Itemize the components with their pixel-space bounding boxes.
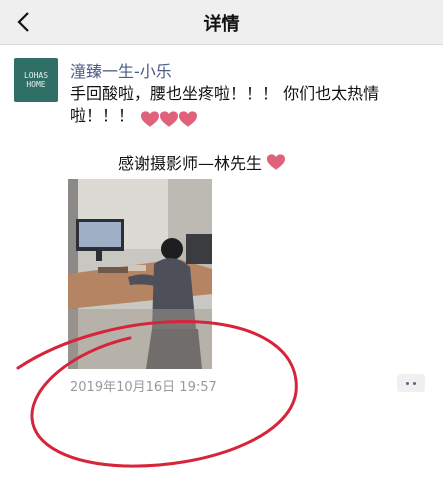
heart-icon bbox=[160, 111, 179, 127]
heart-icon bbox=[141, 111, 160, 127]
page-title: 详情 bbox=[203, 14, 240, 35]
more-dots-icon bbox=[413, 382, 416, 385]
post-photo[interactable] bbox=[68, 179, 212, 369]
author-name[interactable]: 潼臻一生-小乐 bbox=[70, 58, 172, 82]
post-content: 手回酸啦，腰也坐疼啦！！！ 你们也太热情啦！！！ bbox=[70, 83, 430, 130]
more-dots-icon bbox=[406, 382, 409, 385]
heart-icon bbox=[179, 111, 198, 127]
office-photo-image bbox=[68, 179, 212, 369]
more-options-button[interactable] bbox=[397, 374, 425, 392]
top-navbar: 详情 bbox=[0, 0, 443, 45]
heart-icon bbox=[267, 154, 286, 170]
moment-post: LOHAS HOME 潼臻一生-小乐 手回酸啦，腰也坐疼啦！！！ 你们也太热情啦… bbox=[0, 45, 443, 492]
thanks-line: 感谢摄影师—林先生 bbox=[118, 150, 286, 174]
heart-emojis bbox=[141, 108, 198, 130]
post-timestamp: 2019年10月16日 19:57 bbox=[70, 380, 217, 395]
thanks-text: 感谢摄影师—林先生 bbox=[118, 154, 263, 173]
avatar[interactable]: LOHAS HOME bbox=[14, 58, 58, 102]
post-text: 手回酸啦，腰也坐疼啦！！！ 你们也太热情啦！！！ bbox=[70, 84, 380, 125]
avatar-logo-text: LOHAS HOME bbox=[23, 71, 49, 89]
